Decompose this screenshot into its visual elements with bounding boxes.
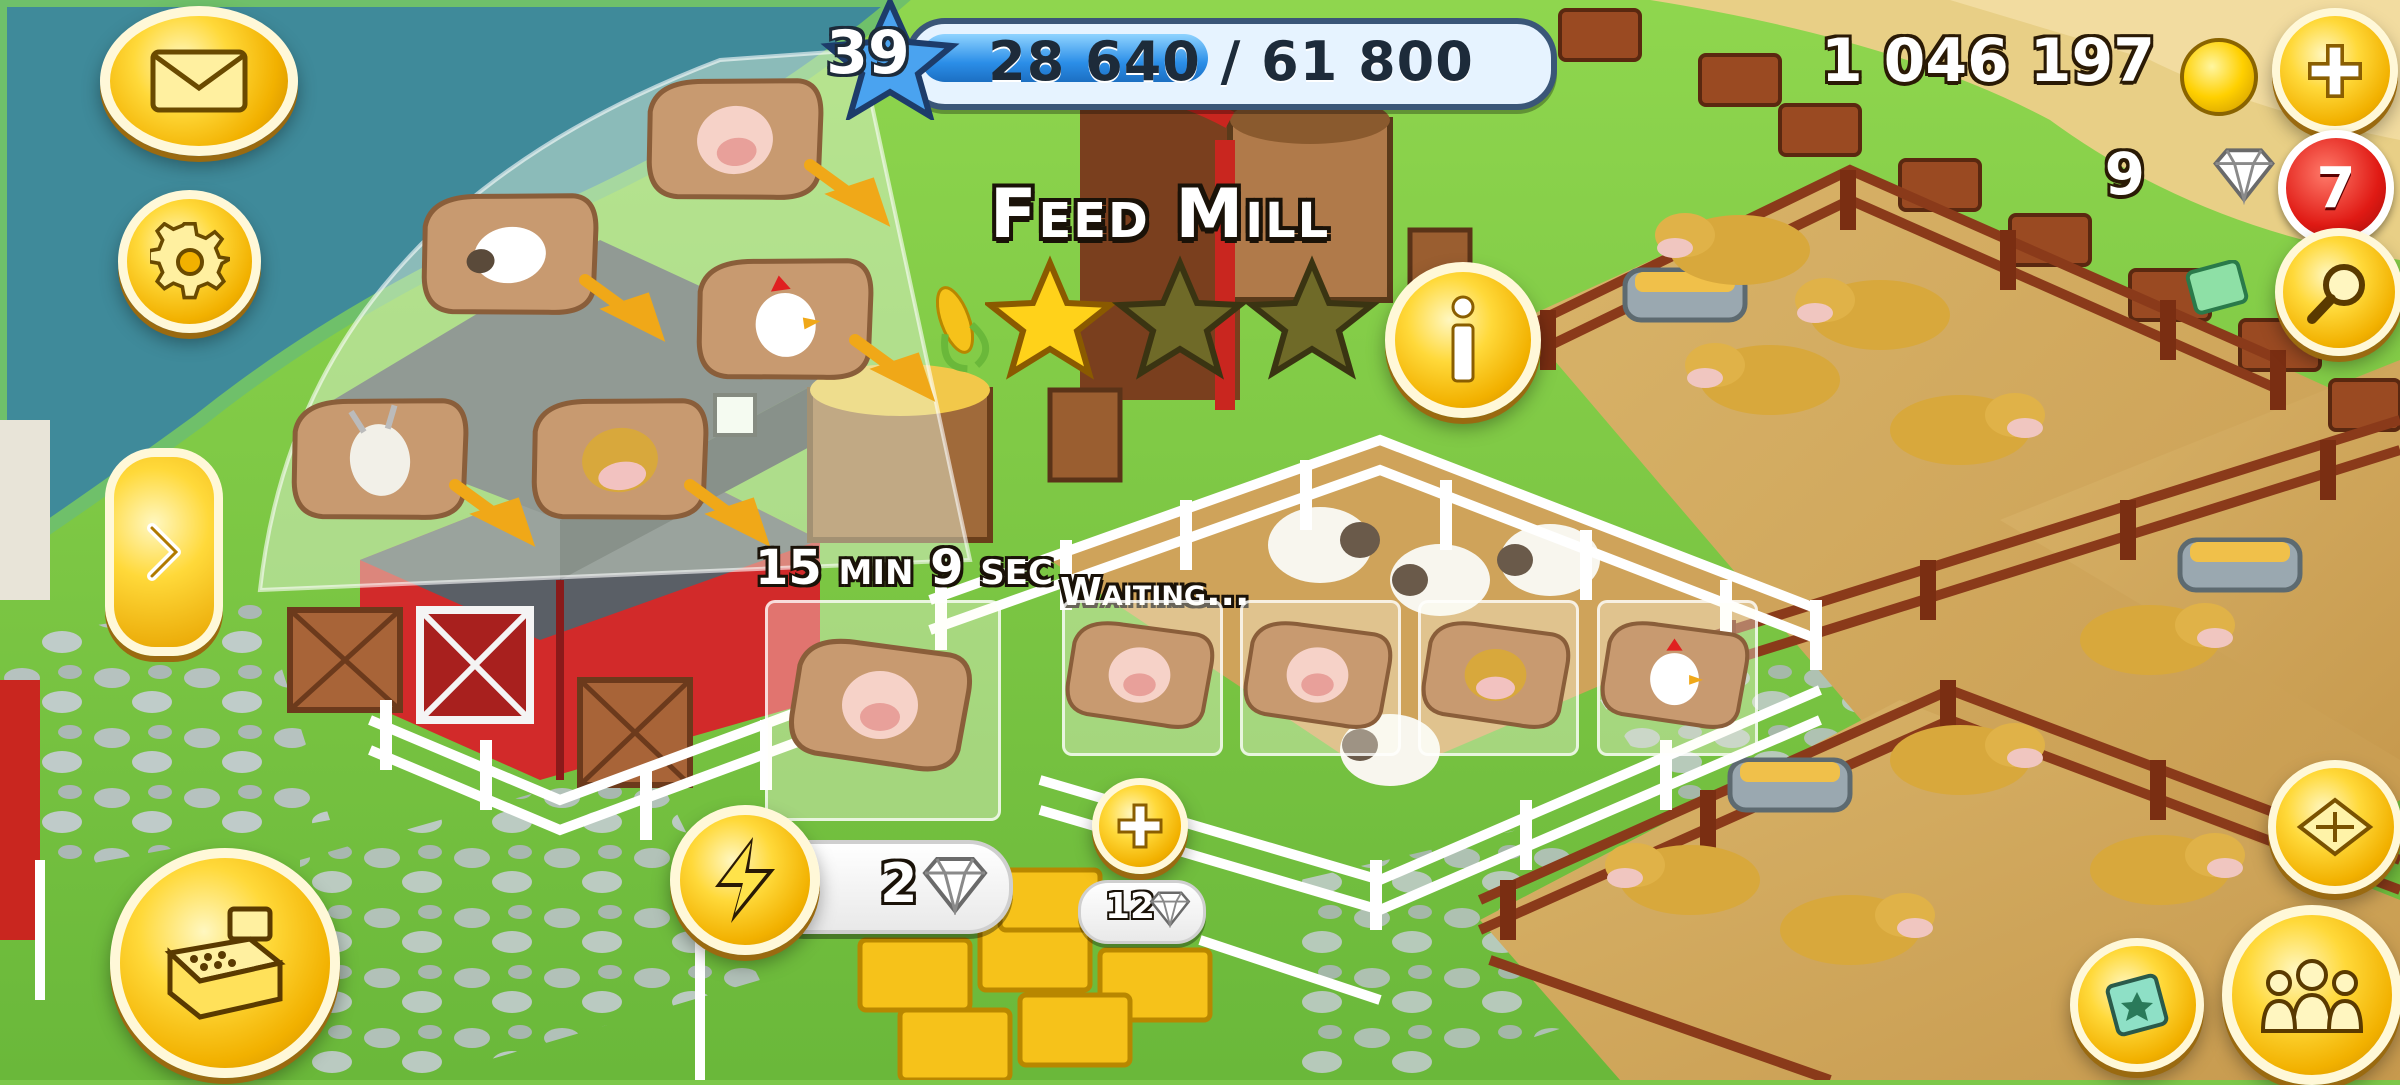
add-slot-button[interactable] (1092, 778, 1188, 874)
mail-button[interactable] (100, 6, 298, 156)
people-icon (2260, 959, 2364, 1033)
plus-icon (2308, 44, 2362, 98)
pig-feed-icon (1065, 621, 1215, 729)
info-button[interactable] (1385, 262, 1541, 418)
star-filled-icon (985, 255, 1119, 380)
envelope-icon (150, 49, 248, 113)
lightning-icon (715, 837, 775, 923)
coin-icon (2180, 38, 2258, 116)
chicken-feed-icon (1600, 621, 1750, 729)
production-timer: 15 min 9 sec (755, 540, 1053, 596)
expand-side-button[interactable] (105, 448, 223, 656)
friends-button[interactable] (2222, 905, 2400, 1085)
cow-feed-icon (1421, 621, 1571, 729)
xp-text: 28 640 / 61 800 (988, 30, 1474, 93)
gear-icon (149, 221, 230, 299)
skip-cost: 2 (880, 852, 918, 915)
star-empty-icon (1111, 255, 1249, 380)
building-title: Feed Mill (990, 175, 1331, 254)
plus-icon (1117, 803, 1163, 849)
building-stars (985, 255, 1381, 380)
magnifier-icon (2307, 264, 2365, 324)
diamond-icon (2213, 148, 2275, 205)
expansion-button[interactable] (2268, 760, 2400, 894)
diamond-icon (1149, 891, 1191, 928)
search-button[interactable] (2275, 228, 2400, 356)
green-card-icon[interactable] (2185, 260, 2250, 315)
chevron-right-icon (147, 523, 181, 581)
land-expand-icon (2296, 797, 2374, 857)
diamond-icon (922, 857, 988, 915)
xp-progress-bar[interactable]: 28 640 / 61 800 (905, 18, 1557, 110)
diamond-count: 9 (2104, 140, 2145, 208)
puzzle-card-icon (2105, 973, 2169, 1037)
star-empty-icon (1243, 255, 1381, 380)
coin-count: 1 046 197 (1820, 26, 2155, 96)
cash-register-icon (164, 906, 286, 1020)
pig-feed-icon (788, 638, 972, 772)
decor-button[interactable] (2070, 938, 2204, 1072)
pig-feed-icon (1243, 621, 1393, 729)
player-level: 39 (826, 18, 910, 88)
info-icon (1451, 295, 1475, 383)
add-coins-button[interactable] (2272, 8, 2398, 134)
settings-button[interactable] (118, 190, 261, 333)
shop-button[interactable] (110, 848, 340, 1078)
speed-up-button[interactable] (670, 805, 820, 955)
